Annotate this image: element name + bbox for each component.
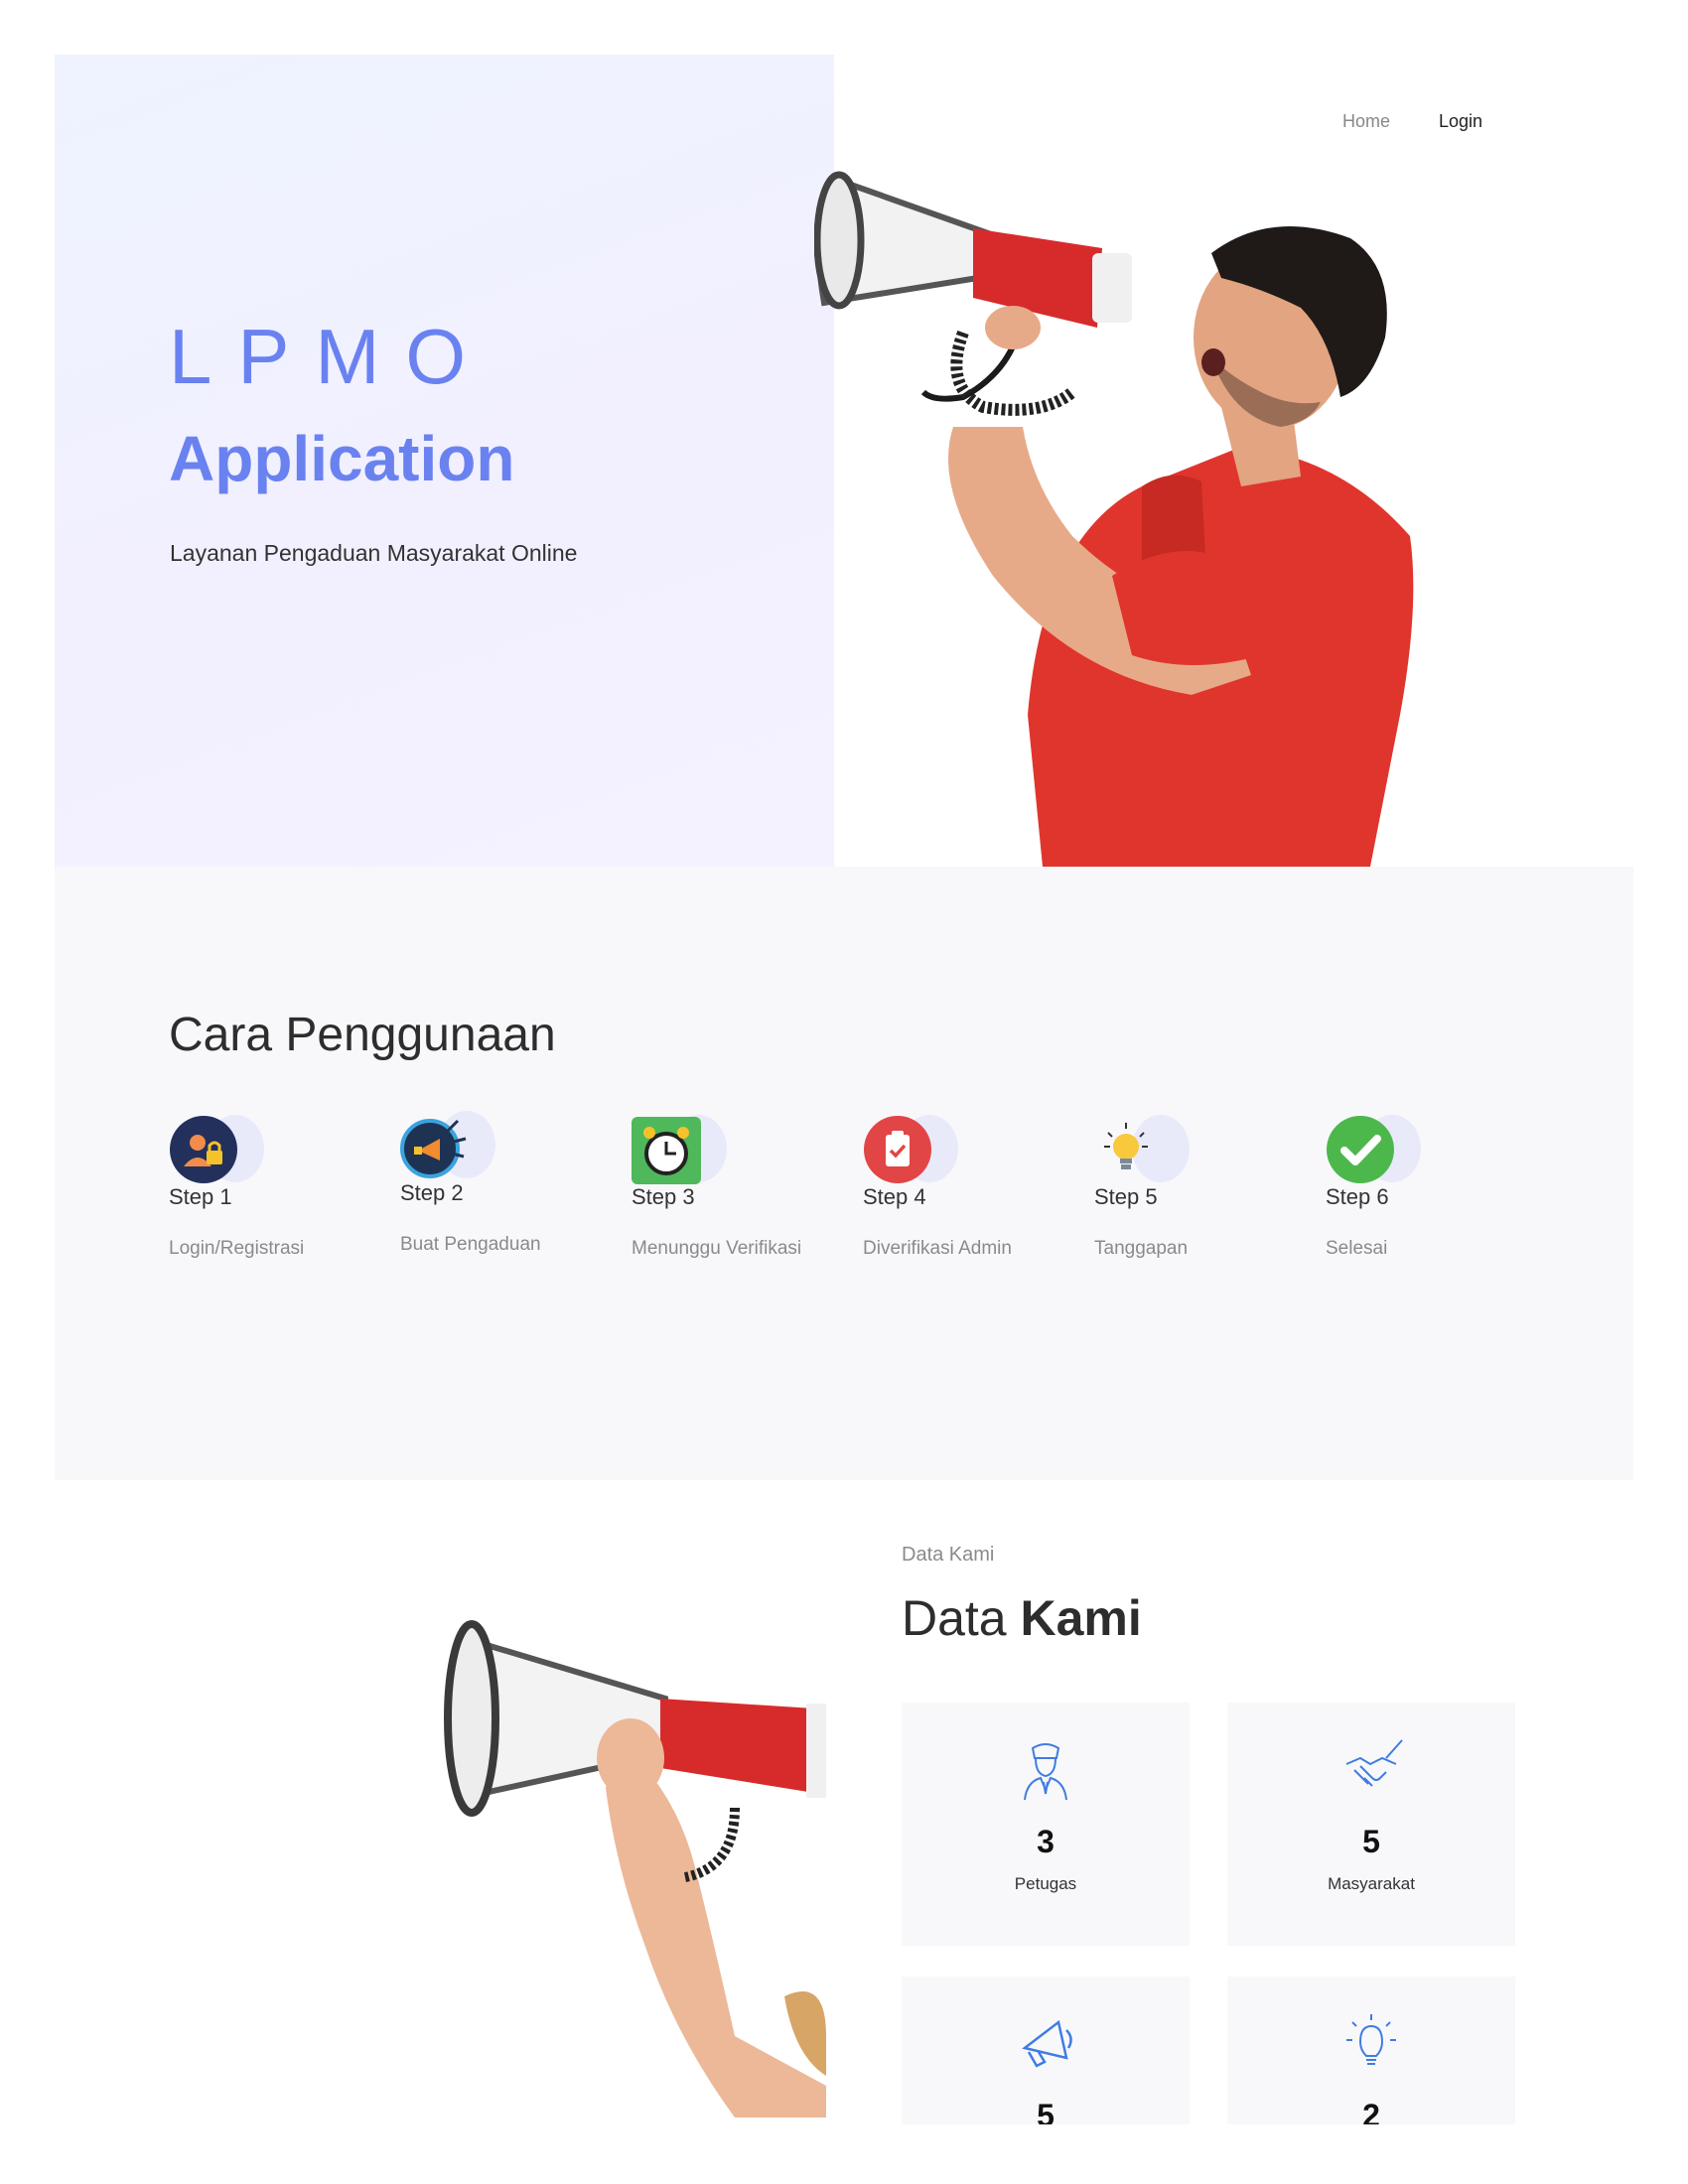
megaphone-icon <box>400 1119 467 1178</box>
steps-section-title: Cara Penggunaan <box>169 1009 556 1061</box>
checkmark-icon <box>1327 1116 1394 1183</box>
data-section: Data Kami Data Kami 3 Petugas 5 Masyarak… <box>0 1480 1688 2124</box>
data-title-light: Data <box>902 1590 1021 1646</box>
stat-value: 5 <box>1037 2098 1055 2124</box>
alarm-clock-icon <box>632 1117 701 1184</box>
clipboard-check-icon <box>864 1116 931 1183</box>
step-label: Step 3 <box>632 1184 695 1209</box>
lightbulb-icon <box>1104 1123 1148 1169</box>
stat-card-tanggapan: 2 <box>1227 1977 1515 2124</box>
step-label: Step 5 <box>1094 1184 1158 1209</box>
step-2: Step 2 Buat Pengaduan <box>400 1107 619 1256</box>
step-description: Selesai <box>1326 1238 1388 1259</box>
stat-card-petugas: 3 Petugas <box>902 1703 1190 1946</box>
page-content: LPMO Application Layanan Pengaduan Masya… <box>0 0 1688 2124</box>
step-4: Step 4 Diverifikasi Admin <box>863 1111 1081 1260</box>
hero-man-megaphone-illustration <box>814 171 1414 867</box>
step-description: Login/Registrasi <box>169 1238 305 1259</box>
login-lock-icon <box>170 1116 237 1183</box>
stat-label: Petugas <box>1014 1874 1077 1893</box>
top-nav: Home Login <box>1342 111 1482 132</box>
hero-tagline: Layanan Pengaduan Masyarakat Online <box>170 540 578 566</box>
step-5: Step 5 Tanggapan <box>1094 1111 1313 1260</box>
step-description: Tanggapan <box>1094 1238 1189 1259</box>
step-1: Step 1 Login/Registrasi <box>169 1111 387 1260</box>
officer-icon <box>1024 1743 1067 1801</box>
step-label: Step 2 <box>400 1180 464 1205</box>
nav-login-link[interactable]: Login <box>1439 111 1482 132</box>
stat-value: 3 <box>1037 1824 1055 1859</box>
megaphone-outline-icon <box>1022 2019 1072 2068</box>
how-to-use-section: Cara Penggunaan Step 1 Login/Registrasi <box>55 867 1633 1480</box>
hand-megaphone-illustration <box>444 1620 826 2117</box>
step-label: Step 4 <box>863 1184 926 1209</box>
nav-home-link[interactable]: Home <box>1342 111 1390 132</box>
step-3: Step 3 Menunggu Verifikasi <box>632 1111 850 1260</box>
handshake-icon <box>1345 1739 1403 1787</box>
data-section-eyebrow: Data Kami <box>902 1544 995 1566</box>
stat-card-pengaduan: 5 <box>902 1977 1190 2124</box>
step-label: Step 6 <box>1326 1184 1389 1209</box>
data-section-title: Data Kami <box>902 1589 1142 1647</box>
step-description: Diverifikasi Admin <box>863 1238 1012 1259</box>
data-title-bold: Kami <box>1020 1590 1142 1646</box>
stat-card-masyarakat: 5 Masyarakat <box>1227 1703 1515 1946</box>
stat-value: 5 <box>1362 1824 1380 1859</box>
step-description: Buat Pengaduan <box>400 1234 541 1255</box>
step-description: Menunggu Verifikasi <box>632 1238 802 1259</box>
stat-value: 2 <box>1362 2098 1380 2124</box>
lightbulb-outline-icon <box>1346 2014 1396 2065</box>
hero-title: Application <box>169 423 515 494</box>
stat-label: Masyarakat <box>1328 1874 1415 1893</box>
step-label: Step 1 <box>169 1184 232 1209</box>
step-6: Step 6 Selesai <box>1326 1111 1544 1260</box>
brand-logo-text: LPMO <box>169 313 492 400</box>
